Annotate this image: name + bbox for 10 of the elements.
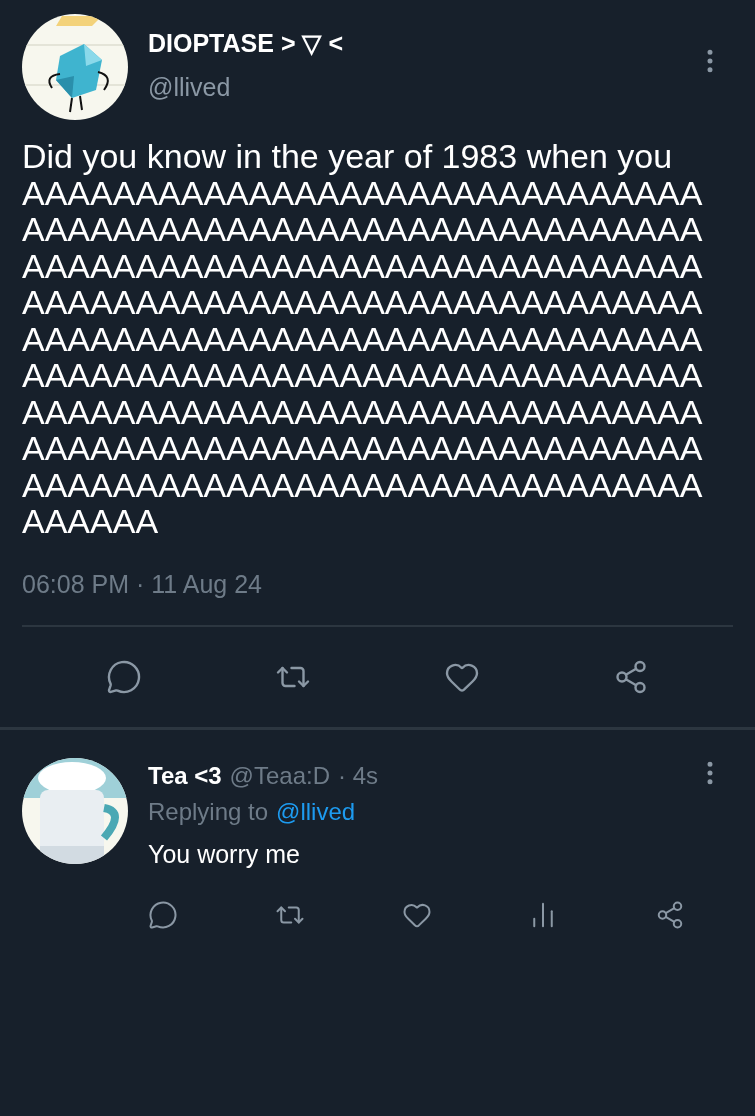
post-time: · 4s bbox=[338, 761, 379, 791]
reply-text: You worry me bbox=[148, 839, 301, 870]
timestamp: 06:08 PM · 11 Aug 24 bbox=[22, 568, 263, 600]
display-name: DIOPTASE > ▽ < bbox=[148, 28, 344, 58]
tweet-text: Did you know in the year of 1983 when you AAAAAAAAAAAAAAAAAAAAAAAAAAAAAAAAAAAAAAAAAAAAAAAAAAAAAAAAAAAAAAAAAAAAAAAAAAAAAAAAAAAAAAAAAAAAAAAAAAAAAAAAAAAAAAAAAAAAAAAAAAAAAAAAAAAAAAAAAAAAAAAAAAAAAAAAAAAAAAAAAAAAAAAAAAAAAAAAAAAAAAAAAAAAAAAAAAAAAAAAAAAAAAAAAAAAAAAAAAAAAAAAAAAAAAAAAAAAAAAAAAAAAAAAAAAAAAAAAAAAAAAAAAAAAAAAAAAA bbox=[22, 138, 704, 540]
user-handle: @llived bbox=[148, 72, 232, 102]
replying-label: Replying to bbox=[148, 797, 269, 827]
user-handle: @Teaa:D bbox=[229, 761, 330, 791]
mention-link[interactable]: @llived bbox=[276, 794, 356, 830]
display-name: Tea <3 bbox=[148, 761, 222, 791]
